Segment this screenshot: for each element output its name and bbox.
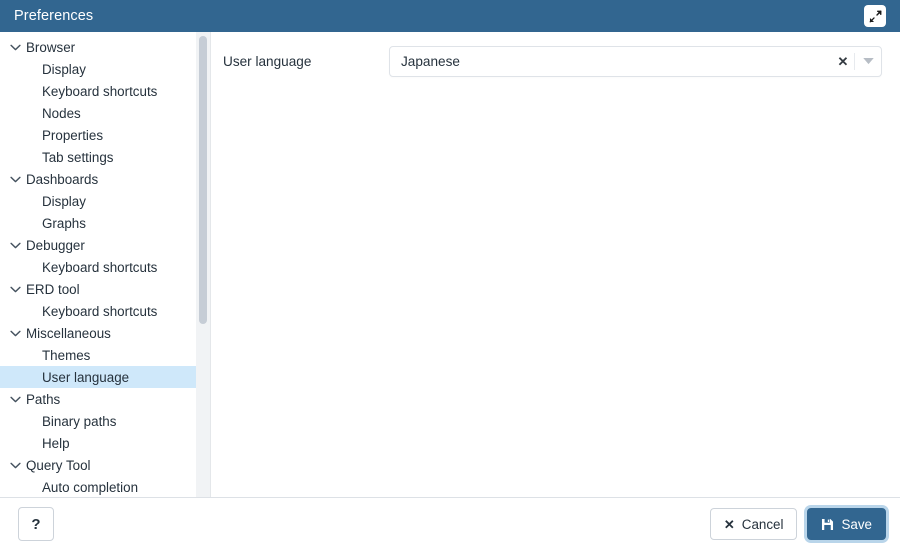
sidebar-item-binary-paths[interactable]: Binary paths — [0, 410, 210, 432]
chevron-down-icon[interactable] — [8, 458, 22, 472]
sidebar-item-label: Themes — [42, 347, 91, 363]
sidebar-item-label: Display — [42, 193, 86, 209]
sidebar-item-label: Auto completion — [42, 479, 139, 495]
chevron-down-icon[interactable] — [8, 238, 22, 252]
cancel-button-label: Cancel — [741, 516, 784, 532]
sidebar-item-label: Miscellaneous — [26, 325, 111, 341]
dialog-title: Preferences — [14, 8, 94, 24]
sidebar-item-keyboard-shortcuts[interactable]: Keyboard shortcuts — [0, 80, 210, 102]
chevron-down-icon[interactable] — [8, 40, 22, 54]
help-button[interactable]: ? — [18, 507, 54, 541]
sidebar-item-paths[interactable]: Paths — [0, 388, 210, 410]
close-x-icon[interactable]: ✕ — [832, 55, 854, 68]
sidebar-item-debugger[interactable]: Debugger — [0, 234, 210, 256]
chevron-down-icon[interactable] — [8, 172, 22, 186]
dialog-body: Browser Display Keyboard shortcuts Nodes Pro… — [0, 32, 900, 498]
user-language-value: Japanese — [401, 54, 460, 69]
preferences-tree-sidebar: Browser Display Keyboard shortcuts Nodes Pro… — [0, 32, 211, 497]
sidebar-item-label: Keyboard shortcuts — [42, 83, 158, 99]
sidebar-item-label: Paths — [26, 391, 61, 407]
sidebar-item-dashboards[interactable]: Dashboards — [0, 168, 210, 190]
sidebar-item-auto-completion[interactable]: Auto completion — [0, 476, 210, 497]
chevron-down-icon[interactable] — [8, 282, 22, 296]
sidebar-item-label: Query Tool — [26, 457, 91, 473]
footer-actions: ✕ Cancel Save — [709, 508, 886, 540]
sidebar-item-themes[interactable]: Themes — [0, 344, 210, 366]
sidebar-item-nodes[interactable]: Nodes — [0, 102, 210, 124]
sidebar-item-keyboard-shortcuts[interactable]: Keyboard shortcuts — [0, 300, 210, 322]
save-button[interactable]: Save — [807, 508, 886, 540]
dialog-footer: ? ✕ Cancel Save — [0, 498, 900, 550]
sidebar-item-keyboard-shortcuts[interactable]: Keyboard shortcuts — [0, 256, 210, 278]
sidebar-item-label: Nodes — [42, 105, 81, 121]
sidebar-item-label: Keyboard shortcuts — [42, 303, 158, 319]
floppy-disk-icon — [821, 518, 834, 531]
sidebar-item-label: Graphs — [42, 215, 86, 231]
sidebar-item-label: Dashboards — [26, 171, 99, 187]
sidebar-item-help[interactable]: Help — [0, 432, 210, 454]
user-language-select[interactable]: Japanese ✕ — [389, 46, 882, 77]
sidebar-item-tab-settings[interactable]: Tab settings — [0, 146, 210, 168]
sidebar-item-user-language[interactable]: User language — [0, 366, 210, 388]
close-x-icon: ✕ — [723, 516, 735, 532]
expand-arrows-icon — [869, 10, 882, 23]
preferences-tree: Browser Display Keyboard shortcuts Nodes Pro… — [0, 32, 210, 497]
preferences-content-pane: User language Japanese ✕ — [211, 32, 900, 497]
sidebar-item-properties[interactable]: Properties — [0, 124, 210, 146]
sidebar-item-label: Browser — [26, 39, 76, 55]
sidebar-item-display[interactable]: Display — [0, 190, 210, 212]
chevron-down-icon[interactable] — [8, 392, 22, 406]
chevron-down-icon[interactable] — [8, 326, 22, 340]
sidebar-item-label: Keyboard shortcuts — [42, 259, 158, 275]
sidebar-item-erd-tool[interactable]: ERD tool — [0, 278, 210, 300]
sidebar-item-label: Help — [42, 435, 70, 451]
expand-dialog-button[interactable] — [864, 5, 886, 27]
sidebar-item-label: Binary paths — [42, 413, 117, 429]
sidebar-item-query-tool[interactable]: Query Tool — [0, 454, 210, 476]
sidebar-item-label: Properties — [42, 127, 104, 143]
sidebar-item-miscellaneous[interactable]: Miscellaneous — [0, 322, 210, 344]
cancel-button[interactable]: ✕ Cancel — [709, 508, 798, 540]
sidebar-item-label: Display — [42, 61, 86, 77]
preferences-dialog: Preferences Browser Display Keyboard short… — [0, 0, 900, 550]
save-button-label: Save — [841, 516, 872, 532]
sidebar-item-label: Tab settings — [42, 149, 114, 165]
chevron-down-icon[interactable] — [855, 58, 881, 65]
sidebar-item-display[interactable]: Display — [0, 58, 210, 80]
user-language-label: User language — [223, 54, 312, 69]
sidebar-item-graphs[interactable]: Graphs — [0, 212, 210, 234]
sidebar-scrollbar-track[interactable] — [196, 32, 210, 497]
dialog-titlebar: Preferences — [0, 0, 900, 32]
sidebar-item-label: Debugger — [26, 237, 85, 253]
sidebar-item-label: ERD tool — [26, 281, 80, 297]
sidebar-scrollbar-thumb[interactable] — [199, 36, 207, 324]
sidebar-item-label: User language — [42, 369, 130, 385]
user-language-field-row: User language Japanese ✕ — [223, 46, 882, 77]
sidebar-item-browser[interactable]: Browser — [0, 36, 210, 58]
